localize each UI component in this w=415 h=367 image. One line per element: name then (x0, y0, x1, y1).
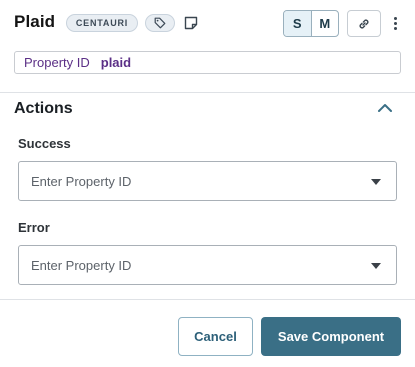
more-vertical-icon-dot (393, 17, 397, 20)
section-divider (0, 92, 415, 93)
success-select-placeholder: Enter Property ID (31, 173, 132, 189)
size-toggle-group: S M (283, 10, 339, 37)
success-select[interactable]: Enter Property ID (18, 161, 397, 201)
property-id-value: plaid (100, 55, 132, 70)
property-id-label: Property ID (24, 55, 90, 70)
note-button[interactable] (183, 14, 199, 32)
tag-icon (154, 17, 166, 29)
caret-down-icon (371, 179, 381, 185)
more-vertical-icon-dot (393, 27, 397, 30)
more-vertical-icon-dot (393, 22, 397, 25)
note-icon (184, 16, 198, 30)
link-icon (359, 19, 369, 28)
tag-button[interactable] (145, 14, 175, 32)
size-medium-button[interactable]: M (312, 11, 339, 36)
actions-section-title: Actions (14, 100, 73, 117)
component-header: Plaid CENTAURI S M (0, 0, 415, 48)
cancel-button[interactable]: Cancel (178, 317, 253, 356)
footer-divider (0, 299, 415, 300)
caret-down-icon (371, 263, 381, 269)
link-button[interactable] (347, 10, 381, 37)
error-select[interactable]: Enter Property ID (18, 245, 397, 285)
environment-badge: CENTAURI (66, 14, 138, 32)
save-component-button[interactable]: Save Component (261, 317, 401, 356)
size-small-button[interactable]: S (284, 11, 312, 36)
chevron-up-icon[interactable] (377, 101, 393, 115)
error-select-placeholder: Enter Property ID (31, 257, 132, 273)
error-label: Error (18, 220, 50, 235)
property-id-row: Property ID plaid (14, 51, 401, 74)
more-options-button[interactable] (389, 10, 401, 37)
success-label: Success (18, 136, 71, 151)
component-title: Plaid (14, 12, 56, 31)
